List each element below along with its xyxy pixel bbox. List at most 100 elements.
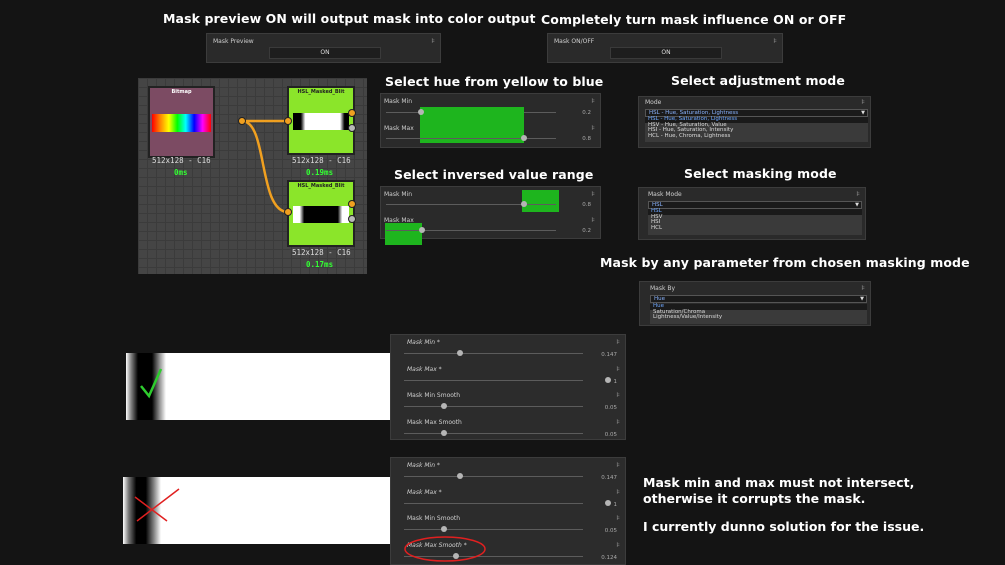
pin-icon[interactable]: ⊧: [616, 541, 620, 549]
hsl-node-1-title: HSL_Masked_Blit: [297, 89, 345, 95]
hue-mask-max-knob[interactable]: [521, 135, 527, 141]
good-row-knob[interactable]: [457, 350, 464, 356]
hsl-masked-blit-node-1[interactable]: HSL_Masked_Blit: [287, 86, 355, 155]
good-row-knob[interactable]: [440, 403, 447, 409]
good-row-label: Mask Min *: [407, 339, 440, 346]
bitmap-node-size: 512x128 - C16: [152, 156, 211, 165]
mask-by-options-list: Hue Saturation/Chroma Lightness/Value/In…: [650, 303, 867, 324]
hsl-node-1-size: 512x128 - C16: [292, 156, 351, 165]
bitmap-output-port[interactable]: [238, 117, 246, 125]
inv-max-fill: [385, 223, 422, 245]
hsl-node-2-time: 0.17ms: [306, 260, 334, 269]
inv-mask-min-knob[interactable]: [521, 201, 527, 207]
bad-row-value: 0.147: [601, 475, 617, 481]
good-row-track[interactable]: [404, 406, 583, 407]
inv-mask-max-knob[interactable]: [419, 227, 425, 233]
hsl-node-1-mask-port[interactable]: [348, 124, 356, 132]
mask-by-selected: Hue: [654, 296, 666, 302]
good-row-label: Mask Max *: [407, 365, 442, 373]
bad-row-track[interactable]: [404, 529, 583, 530]
pin-icon[interactable]: ⊧: [591, 216, 595, 224]
hsl-node-1-input-port[interactable]: [284, 117, 292, 125]
good-row-value: 1: [613, 378, 618, 385]
mask-mode-option[interactable]: HCL: [648, 225, 862, 232]
hue-mask-max-track[interactable]: [386, 138, 556, 139]
bitmap-node[interactable]: Bitmap: [148, 86, 215, 158]
pin-icon[interactable]: ⊧: [616, 391, 620, 399]
pin-icon[interactable]: ⊧: [861, 98, 865, 106]
hue-mask-min-label: Mask Min: [384, 98, 413, 105]
mask-mode-panel: Mask Mode ⊧ HSL ▼ HSL HSV HSI HCL: [638, 187, 866, 240]
bad-row-value: 1: [613, 501, 618, 508]
mask-preview-toggle[interactable]: ON: [269, 47, 381, 59]
good-row-knob[interactable]: [440, 429, 447, 436]
mask-mode-select[interactable]: HSL ▼: [648, 201, 862, 209]
hsl-node-1-time: 0.19ms: [306, 168, 334, 177]
heading-select-inversed: Select inversed value range: [394, 167, 594, 182]
bad-row-track[interactable]: [404, 476, 583, 477]
note-line-1: Mask min and max must not intersect,: [643, 475, 915, 490]
pin-icon[interactable]: ⊧: [616, 365, 620, 373]
heading-select-masking: Select masking mode: [684, 166, 837, 181]
hsl-node-2-mask-port[interactable]: [348, 215, 356, 223]
hue-mask-min-knob[interactable]: [418, 109, 424, 115]
hue-mask-min-value: 0.2: [582, 110, 591, 116]
hsl-node-1-output-port[interactable]: [348, 109, 356, 117]
pin-icon[interactable]: ⊧: [591, 124, 595, 132]
pin-icon[interactable]: ⊧: [773, 37, 777, 45]
hsl-masked-blit-node-2[interactable]: HSL_Masked_Blit: [287, 180, 355, 247]
mask-mode-options-list: HSL HSV HSI HCL: [648, 208, 862, 235]
pin-icon[interactable]: ⊧: [591, 97, 595, 105]
check-icon: [140, 368, 163, 399]
hsl-node-2-input-port[interactable]: [284, 208, 292, 216]
inv-mask-max-track[interactable]: [386, 230, 556, 231]
mode-option[interactable]: HCL - Hue, Chroma, Lightness: [645, 133, 868, 140]
pin-icon[interactable]: ⊧: [616, 418, 620, 426]
pin-icon[interactable]: ⊧: [616, 461, 620, 469]
pin-icon[interactable]: ⊧: [616, 488, 620, 496]
node-graph[interactable]: Bitmap 512x128 - C16 0ms HSL_Masked_Blit…: [138, 78, 367, 274]
bad-row-label: Mask Min *: [407, 462, 440, 469]
bad-row-label: Mask Min Smooth: [407, 515, 461, 522]
good-mask-preview: [126, 353, 391, 420]
chevron-down-icon: ▼: [861, 110, 865, 116]
mask-by-panel: Mask By ⊧ Hue ▼ Hue Saturation/Chroma Li…: [639, 281, 871, 326]
pin-icon[interactable]: ⊧: [856, 190, 860, 198]
good-row-value: 0.147: [601, 352, 617, 358]
good-row-track[interactable]: [404, 379, 583, 381]
mask-onoff-title: Mask ON/OFF: [554, 38, 595, 45]
hsl-node-1-preview: [293, 113, 349, 130]
wire-2: [241, 119, 289, 214]
good-row-label: Mask Min Smooth: [407, 392, 461, 399]
bad-mask-preview: [123, 477, 391, 544]
mask-onoff-toggle[interactable]: ON: [610, 47, 722, 59]
pin-icon[interactable]: ⊧: [861, 284, 865, 292]
hue-gradient-preview: [152, 114, 211, 132]
pin-icon[interactable]: ⊧: [616, 338, 620, 346]
bad-row-track[interactable]: [404, 502, 583, 504]
bad-row-value: 0.05: [604, 528, 617, 534]
good-row-track[interactable]: [404, 432, 583, 434]
bad-row-knob[interactable]: [440, 526, 447, 532]
mode-panel: Mode ⊧ HSL - Hue, Saturation, Lightness …: [638, 96, 871, 148]
pin-icon[interactable]: ⊧: [591, 190, 595, 198]
hsl-node-2-output-port[interactable]: [348, 200, 356, 208]
hue-range-panel: Mask Min ⊧ 0.2 Mask Max ⊧ 0.8: [380, 93, 601, 148]
heading-select-hue: Select hue from yellow to blue: [385, 74, 604, 89]
inv-mask-min-track[interactable]: [386, 204, 556, 205]
pin-icon[interactable]: ⊧: [616, 514, 620, 522]
good-row-track[interactable]: [404, 353, 583, 354]
mode-title: Mode: [645, 99, 662, 106]
inv-mask-max-value: 0.2: [582, 228, 591, 234]
mask-by-select[interactable]: Hue ▼: [650, 295, 867, 303]
bad-row-knob[interactable]: [457, 473, 464, 479]
mask-by-option[interactable]: Lightness/Value/Intensity: [650, 315, 867, 321]
inv-mask-min-label: Mask Min: [384, 191, 413, 198]
bitmap-node-title: Bitmap: [171, 89, 192, 95]
pin-icon[interactable]: ⊧: [431, 37, 435, 45]
mask-preview-title: Mask Preview: [213, 38, 254, 45]
bad-row-label: Mask Max *: [407, 488, 442, 496]
inversed-range-panel: Mask Min ⊧ 0.8 Mask Max ⊧ 0.2: [380, 186, 601, 245]
bad-row-value: 0.124: [601, 554, 617, 561]
hue-mask-max-label: Mask Max: [384, 125, 414, 132]
